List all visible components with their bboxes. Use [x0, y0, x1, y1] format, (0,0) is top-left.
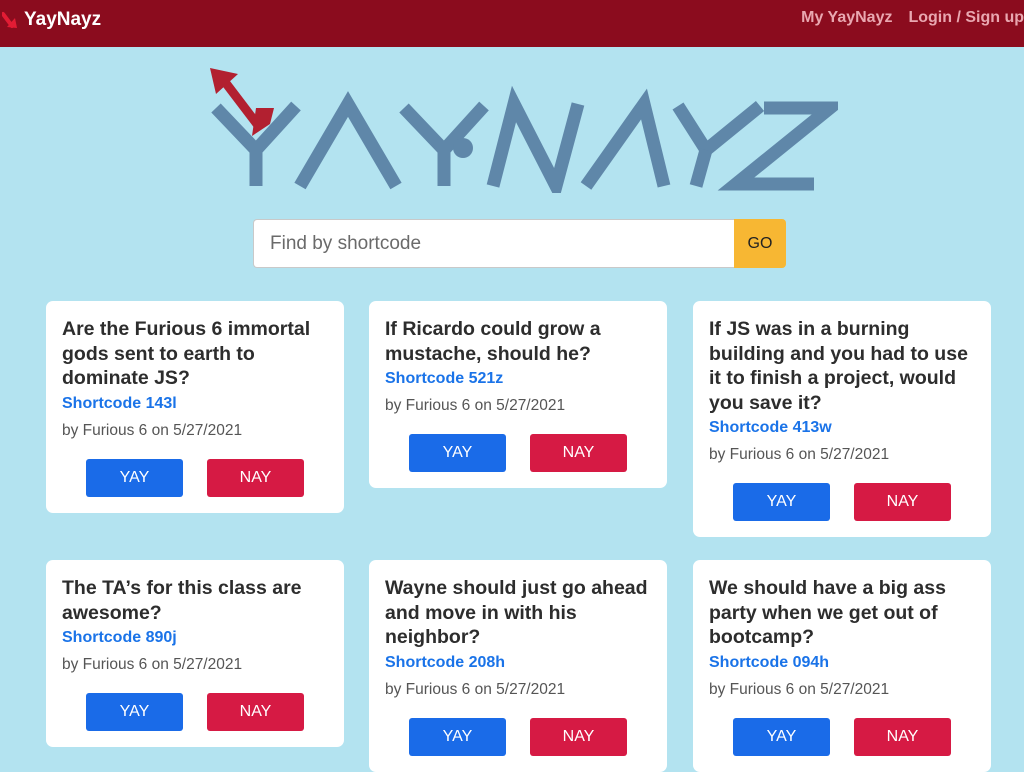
poll-byline: by Furious 6 on 5/27/2021 — [709, 446, 890, 463]
poll-byline: by Furious 6 on 5/27/2021 — [62, 656, 243, 673]
poll-shortcode[interactable]: Shortcode 143l — [62, 392, 328, 416]
poll-byline: by Furious 6 on 5/27/2021 — [385, 397, 566, 414]
yay-button[interactable]: YAY — [409, 717, 506, 756]
poll-shortcode[interactable]: Shortcode 094h — [709, 651, 975, 675]
poll-shortcode[interactable]: Shortcode 521z — [385, 367, 651, 391]
yaynayz-logo — [210, 68, 838, 193]
brand-name: YayNayz — [24, 9, 102, 30]
nay-button[interactable]: NAY — [207, 458, 304, 497]
poll-card: Wayne should just go ahead and move in w… — [369, 560, 667, 772]
poll-card: The TA’s for this class are awesome? Sho… — [46, 560, 344, 747]
nay-button[interactable]: NAY — [530, 717, 627, 756]
poll-question: Are the Furious 6 immortal gods sent to … — [62, 318, 311, 389]
my-yaynayz-link[interactable]: My YayNayz — [801, 9, 892, 29]
nay-button[interactable]: NAY — [530, 434, 627, 472]
poll-card: If JS was in a burning building and you … — [693, 301, 991, 537]
poll-shortcode[interactable]: Shortcode 208h — [385, 651, 651, 675]
go-button[interactable]: GO — [734, 219, 786, 268]
poll-question: If JS was in a burning building and you … — [709, 318, 968, 414]
poll-shortcode[interactable]: Shortcode 890j — [62, 626, 328, 650]
yay-button[interactable]: YAY — [86, 693, 183, 731]
poll-byline: by Furious 6 on 5/27/2021 — [709, 680, 890, 698]
nay-button[interactable]: NAY — [854, 717, 951, 756]
nay-button[interactable]: NAY — [854, 483, 951, 521]
brand-link[interactable]: YayNayz — [2, 6, 101, 34]
login-signup-link[interactable]: Login / Sign up — [908, 9, 1024, 29]
poll-question: The TA’s for this class are awesome? — [62, 577, 302, 624]
shortcode-search: GO — [253, 219, 786, 268]
poll-byline: by Furious 6 on 5/27/2021 — [62, 421, 243, 439]
yay-button[interactable]: YAY — [733, 717, 830, 756]
top-navbar: YayNayz My YayNayz Login / Sign up — [0, 0, 1024, 47]
poll-byline: by Furious 6 on 5/27/2021 — [385, 680, 566, 698]
brand-arrow-icon — [2, 12, 17, 28]
yay-button[interactable]: YAY — [409, 434, 506, 472]
poll-question: We should have a big ass party when we g… — [709, 577, 946, 648]
poll-card: Are the Furious 6 immortal gods sent to … — [46, 301, 344, 513]
poll-shortcode[interactable]: Shortcode 413w — [709, 416, 975, 440]
poll-card: If Ricardo could grow a mustache, should… — [369, 301, 667, 488]
poll-question: Wayne should just go ahead and move in w… — [385, 577, 648, 648]
yay-button[interactable]: YAY — [86, 458, 183, 497]
poll-card: We should have a big ass party when we g… — [693, 560, 991, 772]
yay-button[interactable]: YAY — [733, 483, 830, 521]
poll-question: If Ricardo could grow a mustache, should… — [385, 318, 601, 365]
top-nav-links: My YayNayz Login / Sign up — [801, 9, 1024, 29]
nay-button[interactable]: NAY — [207, 693, 304, 731]
shortcode-search-input[interactable] — [253, 219, 734, 268]
